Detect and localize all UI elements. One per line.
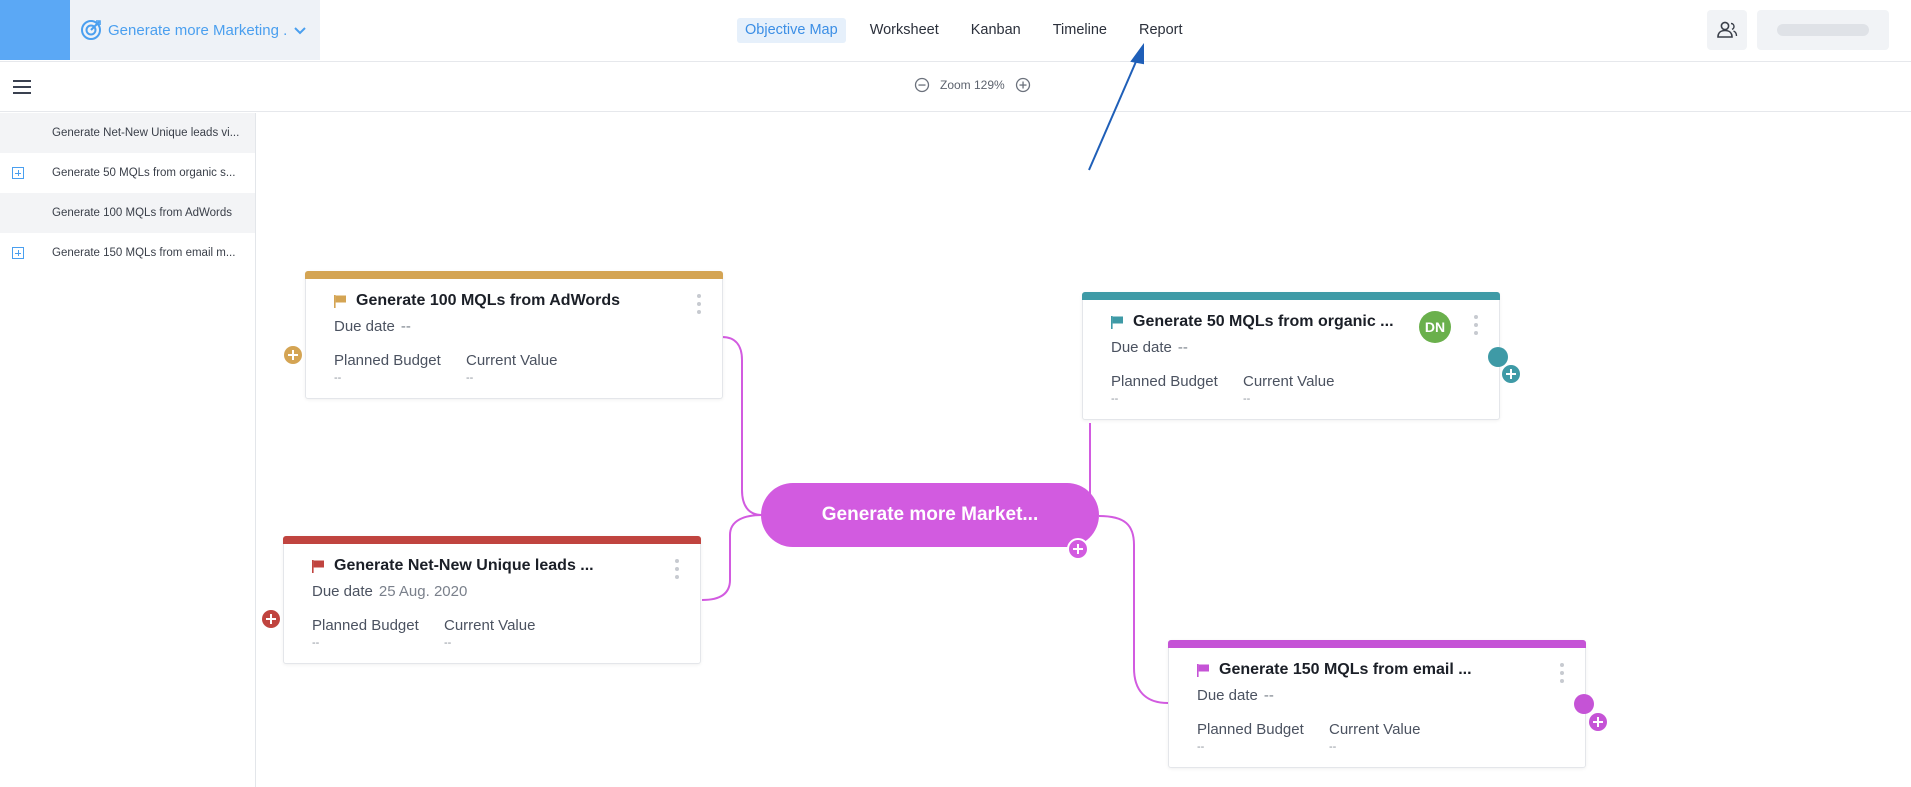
- flag-icon: [1111, 316, 1123, 329]
- due-date-label: Due date: [334, 318, 395, 335]
- people-icon: [1717, 21, 1738, 38]
- sidebar-item-adwords[interactable]: Generate 100 MQLs from AdWords: [0, 193, 255, 233]
- card-color-bar: [305, 271, 723, 279]
- due-date-row: Due date --: [1111, 339, 1188, 356]
- due-date-value: --: [1177, 339, 1188, 356]
- more-vertical-icon[interactable]: [696, 294, 702, 316]
- current-value-value: --: [1329, 741, 1337, 753]
- view-tabs: Objective Map Worksheet Kanban Timeline …: [737, 18, 1191, 43]
- tab-kanban[interactable]: Kanban: [963, 18, 1029, 43]
- planned-budget-value: --: [312, 637, 320, 649]
- card-title: Generate 100 MQLs from AdWords: [356, 292, 621, 309]
- root-objective-node[interactable]: Generate more Market...: [761, 483, 1099, 547]
- planned-budget-label: Planned Budget: [1111, 373, 1218, 390]
- goal-card-net-new-leads[interactable]: Generate Net-New Unique leads ... Due da…: [283, 536, 701, 664]
- sidebar-item-label: Generate 100 MQLs from AdWords: [52, 207, 233, 219]
- current-value-label: Current Value: [444, 617, 536, 634]
- goal-card-adwords[interactable]: Generate 100 MQLs from AdWords Due date -…: [305, 271, 723, 399]
- sidebar-item-organic[interactable]: Generate 50 MQLs from organic s...: [0, 153, 255, 193]
- objective-selector-label: Generate more Marketing ...: [108, 21, 286, 39]
- flag-icon: [334, 295, 346, 308]
- zoom-control: Zoom 129%: [914, 77, 1031, 93]
- planned-budget-label: Planned Budget: [312, 617, 419, 634]
- team-button[interactable]: [1707, 10, 1747, 50]
- user-account-button[interactable]: [1757, 10, 1889, 50]
- card-title: Generate 150 MQLs from email ...: [1219, 661, 1472, 678]
- collapse-node-handle[interactable]: [1488, 347, 1508, 367]
- current-value-value: --: [466, 372, 474, 384]
- more-vertical-icon[interactable]: [674, 559, 680, 581]
- due-date-label: Due date: [1111, 339, 1172, 356]
- planned-budget-value: --: [1111, 393, 1119, 405]
- flag-icon: [312, 560, 324, 573]
- sidebar-item-net-new-leads[interactable]: Generate Net-New Unique leads vi...: [0, 113, 255, 153]
- add-child-plus-icon[interactable]: [1067, 538, 1089, 560]
- collapse-node-handle[interactable]: [1574, 694, 1594, 714]
- due-date-value: 25 Aug. 2020: [378, 583, 468, 600]
- sidebar-item-email[interactable]: Generate 150 MQLs from email m...: [0, 233, 255, 273]
- due-date-label: Due date: [1197, 687, 1258, 704]
- due-date-row: Due date 25 Aug. 2020: [312, 583, 467, 600]
- top-bar: Generate more Marketing ... Objective Ma…: [0, 0, 1911, 62]
- due-date-label: Due date: [312, 583, 373, 600]
- user-name-redacted: [1777, 24, 1869, 36]
- planned-budget-label: Planned Budget: [334, 352, 441, 369]
- avatar[interactable]: DN: [1419, 311, 1451, 343]
- objective-selector[interactable]: Generate more Marketing ...: [70, 0, 320, 60]
- planned-budget-value: --: [1197, 741, 1205, 753]
- tab-timeline[interactable]: Timeline: [1045, 18, 1115, 43]
- map-connectors: [701, 42, 1169, 704]
- sidebar-item-label: Generate Net-New Unique leads vi...: [52, 127, 240, 139]
- current-value-label: Current Value: [466, 352, 558, 369]
- expand-icon[interactable]: [12, 247, 24, 259]
- tab-report[interactable]: Report: [1131, 18, 1191, 43]
- tab-worksheet[interactable]: Worksheet: [862, 18, 947, 43]
- goal-card-organic[interactable]: Generate 50 MQLs from organic ... DN Due…: [1082, 292, 1500, 420]
- due-date-row: Due date --: [334, 318, 411, 335]
- due-date-row: Due date --: [1197, 687, 1274, 704]
- add-child-plus-icon[interactable]: [1502, 365, 1520, 383]
- card-title: Generate Net-New Unique leads ...: [334, 557, 594, 574]
- flag-icon: [1197, 664, 1209, 677]
- sidebar-item-label: Generate 50 MQLs from organic s...: [52, 167, 236, 179]
- current-value-value: --: [1243, 393, 1251, 405]
- card-color-bar: [1168, 640, 1586, 648]
- expand-icon[interactable]: [12, 167, 24, 179]
- zoom-out-icon[interactable]: [914, 77, 930, 93]
- more-vertical-icon[interactable]: [1473, 315, 1479, 337]
- objective-tree-sidebar: Generate Net-New Unique leads vi... Gene…: [0, 113, 256, 787]
- add-child-plus-icon[interactable]: [284, 346, 302, 364]
- more-vertical-icon[interactable]: [1559, 663, 1565, 685]
- target-icon: [81, 20, 101, 40]
- menu-icon[interactable]: [10, 76, 34, 98]
- goal-card-email[interactable]: Generate 150 MQLs from email ... Due dat…: [1168, 640, 1586, 768]
- current-value-value: --: [444, 637, 452, 649]
- card-title: Generate 50 MQLs from organic ...: [1133, 313, 1394, 330]
- tab-objective-map[interactable]: Objective Map: [737, 18, 846, 43]
- chevron-down-icon: [294, 27, 306, 35]
- add-child-plus-icon[interactable]: [1589, 713, 1607, 731]
- current-value-label: Current Value: [1243, 373, 1335, 390]
- planned-budget-value: --: [334, 372, 342, 384]
- planned-budget-label: Planned Budget: [1197, 721, 1304, 738]
- card-color-bar: [283, 536, 701, 544]
- map-toolbar: Zoom 129%: [0, 62, 1911, 112]
- current-value-label: Current Value: [1329, 721, 1421, 738]
- add-child-plus-icon[interactable]: [262, 610, 280, 628]
- app-logo-block[interactable]: [0, 0, 70, 60]
- zoom-level: Zoom 129%: [940, 78, 1005, 92]
- due-date-value: --: [1263, 687, 1274, 704]
- due-date-value: --: [400, 318, 411, 335]
- zoom-in-icon[interactable]: [1015, 77, 1031, 93]
- card-color-bar: [1082, 292, 1500, 300]
- sidebar-item-label: Generate 150 MQLs from email m...: [52, 247, 236, 259]
